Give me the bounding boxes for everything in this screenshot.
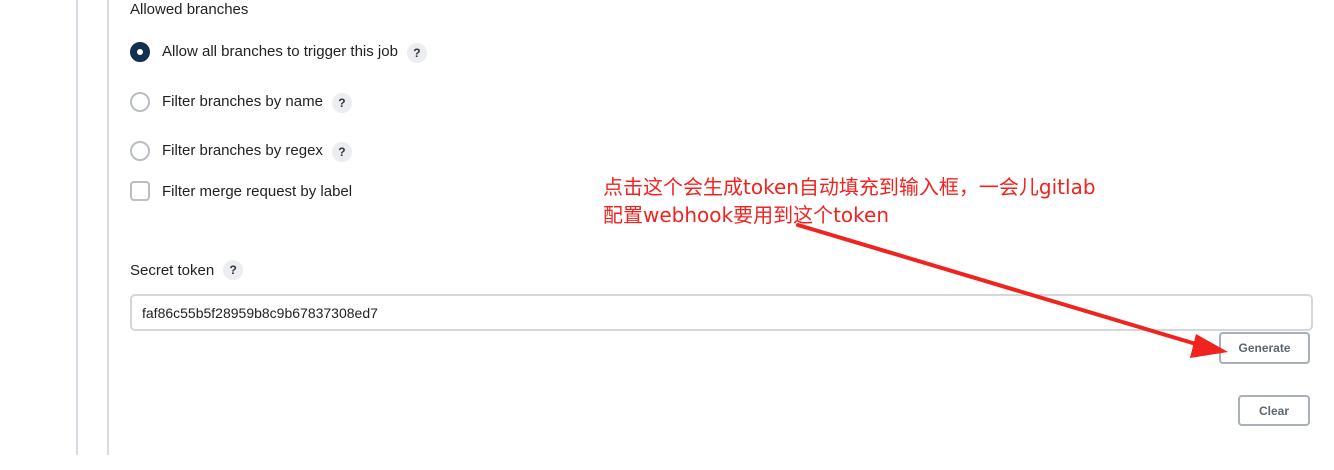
- secret-token-label: Secret token: [130, 261, 215, 279]
- help-icon[interactable]: ?: [223, 260, 244, 280]
- help-icon[interactable]: ?: [331, 142, 352, 162]
- help-icon[interactable]: ?: [331, 93, 352, 113]
- help-icon[interactable]: ?: [406, 43, 427, 63]
- option-filter-by-name[interactable]: Filter branches by name ?: [130, 90, 352, 113]
- secret-token-row: Secret token ?: [130, 260, 244, 280]
- filter-merge-request-label: Filter merge request by label: [162, 182, 353, 200]
- secret-token-input[interactable]: [130, 294, 1313, 331]
- allowed-branches-label: Allowed branches: [130, 1, 249, 18]
- annotation-arrow-icon: [796, 223, 1228, 358]
- filter-merge-request-checkbox[interactable]: [130, 181, 150, 201]
- annotation-note: 点击这个会生成token自动填充到输入框，一会儿gitlab 配置webhook…: [603, 173, 1096, 229]
- allow-all-branches-label: Allow all branches to trigger this job: [162, 43, 398, 60]
- generate-button[interactable]: Generate: [1219, 332, 1310, 364]
- option-allow-all-branches[interactable]: Allow all branches to trigger this job ?: [130, 40, 427, 63]
- annotation-line-2: 配置webhook要用到这个token: [603, 203, 890, 227]
- option-filter-merge-request-label[interactable]: Filter merge request by label: [130, 181, 352, 201]
- allow-all-branches-radio[interactable]: [130, 41, 150, 62]
- filter-by-name-label: Filter branches by name: [162, 93, 323, 110]
- clear-button[interactable]: Clear: [1238, 395, 1310, 426]
- left-nav-divider: [76, 0, 78, 455]
- section-indent-divider: [107, 0, 109, 455]
- filter-by-regex-radio[interactable]: [130, 140, 150, 161]
- option-filter-by-regex[interactable]: Filter branches by regex ?: [130, 139, 352, 162]
- filter-by-name-radio[interactable]: [130, 91, 150, 112]
- annotation-line-1: 点击这个会生成token自动填充到输入框，一会儿gitlab: [603, 175, 1096, 199]
- filter-by-regex-label: Filter branches by regex: [162, 142, 323, 159]
